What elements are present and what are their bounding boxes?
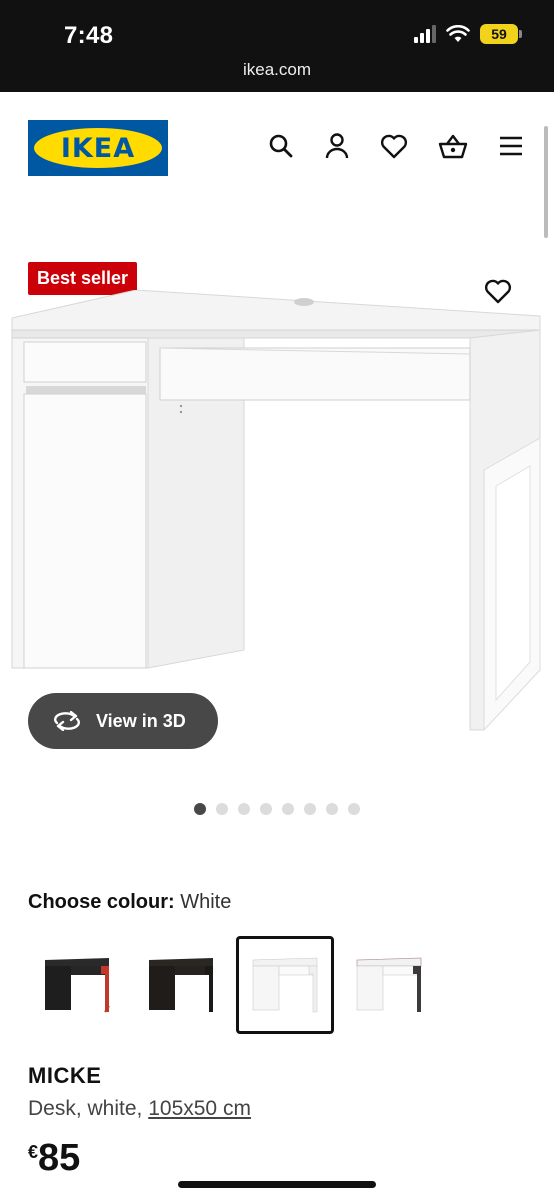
header-nav [268, 132, 524, 160]
desk-thumbnail [45, 958, 110, 1013]
product-description: Desk, white, 105x50 cm [28, 1097, 251, 1121]
gallery-dot[interactable] [347, 803, 360, 815]
product-gallery[interactable]: Best seller View in 3D [0, 240, 554, 780]
product-dimensions-link[interactable]: 105x50 cm [148, 1097, 251, 1120]
basket-icon[interactable] [438, 133, 468, 159]
wifi-icon [446, 25, 470, 42]
colour-value: White [180, 891, 232, 913]
logo-text: IKEA [60, 132, 136, 164]
signal-icon [414, 25, 436, 43]
gallery-dot[interactable] [259, 803, 272, 815]
rotate-3d-icon [54, 711, 80, 731]
site-header: IKEA [0, 92, 554, 222]
desk-thumbnail [356, 957, 422, 1012]
heart-icon[interactable] [380, 133, 408, 159]
battery-icon: 59 [480, 24, 522, 44]
colour-swatches [28, 936, 438, 1034]
profile-icon[interactable] [324, 132, 350, 160]
status-bar: 7:48 59 ikea.com [0, 0, 554, 92]
gallery-dot[interactable] [325, 803, 338, 815]
status-icons: 59 [414, 24, 522, 44]
colour-heading: Choose colour: White [28, 891, 231, 914]
home-indicator[interactable] [178, 1181, 376, 1188]
logo-oval: IKEA [34, 128, 162, 168]
price-currency: € [28, 1142, 39, 1162]
view-in-3d-button[interactable]: View in 3D [28, 693, 218, 749]
swatch-white[interactable] [236, 936, 334, 1034]
view-in-3d-label: View in 3D [96, 710, 186, 731]
address-bar-url[interactable]: ikea.com [0, 60, 554, 80]
desk-thumbnail [252, 957, 318, 1013]
product-description-text: Desk, white, [28, 1097, 149, 1120]
product-price: € 85 [28, 1136, 80, 1180]
search-icon[interactable] [268, 133, 294, 159]
product-image-desk [11, 290, 541, 732]
product-name: MICKE [28, 1063, 102, 1088]
price-amount: 85 [38, 1137, 81, 1179]
gallery-dot[interactable] [303, 803, 316, 815]
colour-label: Choose colour: [28, 891, 175, 913]
gallery-dot[interactable] [281, 803, 294, 815]
gallery-pagination [0, 803, 554, 815]
swatch-black-brown-red[interactable] [28, 936, 126, 1034]
swatch-white-anthracite[interactable] [340, 936, 438, 1034]
desk-thumbnail [149, 958, 213, 1012]
swatch-black-brown[interactable] [132, 936, 230, 1034]
menu-icon[interactable] [498, 135, 524, 157]
status-time: 7:48 [64, 22, 114, 49]
page-scrollbar[interactable] [544, 126, 548, 238]
gallery-dot[interactable] [193, 803, 206, 815]
ikea-logo[interactable]: IKEA [28, 120, 168, 176]
gallery-dot[interactable] [237, 803, 250, 815]
gallery-dot[interactable] [215, 803, 228, 815]
